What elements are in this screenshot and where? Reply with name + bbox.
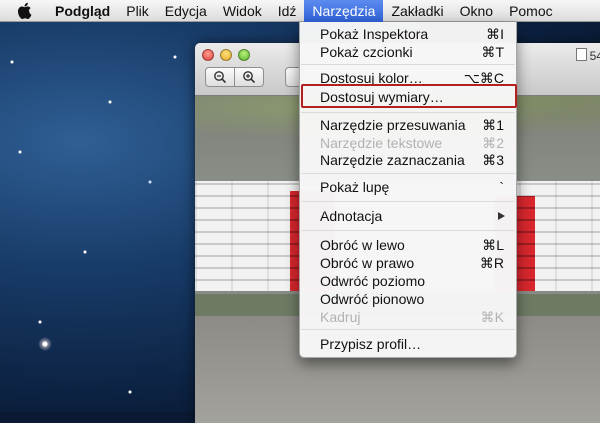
highlight-annotation-box	[301, 84, 517, 108]
menu-item-odwroc-poziomo[interactable]: Odwróć poziomo	[300, 272, 516, 290]
minimize-window-button[interactable]	[220, 49, 232, 61]
menu-item-kadruj: Kadruj ⌘K	[320, 309, 504, 325]
menu-separator	[301, 112, 515, 113]
menu-item-odwroc-pionowo[interactable]: Odwróć pionowo	[300, 290, 516, 308]
menu-item-narzedzie-zaznaczania[interactable]: Narzędzie zaznaczania ⌘3	[300, 151, 516, 169]
zoom-window-button[interactable]	[238, 49, 250, 61]
menu-plik[interactable]: Plik	[118, 0, 157, 22]
menu-item-adnotacja[interactable]: Adnotacja	[300, 207, 516, 225]
menu-okno[interactable]: Okno	[452, 0, 501, 22]
menu-idz[interactable]: Idź	[270, 0, 305, 22]
submenu-arrow-icon	[498, 212, 505, 220]
menu-item-przypisz-profil[interactable]: Przypisz profil…	[300, 335, 516, 353]
zoom-out-icon	[214, 71, 227, 84]
menu-item-narzedzie-tekstowe: Narzędzie tekstowe ⌘2	[320, 135, 504, 151]
window-title: 54(	[575, 48, 600, 63]
menu-zakladki[interactable]: Zakładki	[383, 0, 451, 22]
menu-widok[interactable]: Widok	[215, 0, 270, 22]
menu-item-narzedzie-przesuwania[interactable]: Narzędzie przesuwania ⌘1	[300, 116, 516, 134]
menu-item-pokaz-inspektora[interactable]: Pokaż Inspektora ⌘I	[300, 25, 516, 43]
document-icon	[575, 48, 587, 61]
zoom-in-icon	[243, 71, 256, 84]
narzedzia-dropdown-menu: Pokaż Inspektora ⌘I Pokaż czcionki ⌘T Do…	[299, 22, 517, 358]
zoom-in-button[interactable]	[234, 67, 264, 87]
menu-separator	[301, 201, 515, 202]
menu-separator	[301, 64, 515, 65]
menu-separator	[301, 329, 515, 330]
menu-separator	[301, 173, 515, 174]
menu-narzedzia[interactable]: Narzędzia	[304, 0, 384, 22]
menu-podglad[interactable]: Podgląd	[47, 0, 118, 22]
menu-edycja[interactable]: Edycja	[157, 0, 215, 22]
zoom-out-button[interactable]	[205, 67, 235, 87]
menu-separator	[301, 230, 515, 231]
menubar: Podgląd Plik Edycja Widok Idź Narzędzia …	[0, 0, 600, 22]
menu-item-obroc-w-lewo[interactable]: Obróć w lewo ⌘L	[300, 236, 516, 254]
menu-pomoc[interactable]: Pomoc	[501, 0, 561, 22]
close-window-button[interactable]	[202, 49, 214, 61]
menu-item-pokaz-lupe[interactable]: Pokaż lupę `	[300, 178, 516, 196]
menu-item-pokaz-czcionki[interactable]: Pokaż czcionki ⌘T	[300, 43, 516, 61]
apple-logo-icon[interactable]	[17, 2, 33, 20]
menu-item-obroc-w-prawo[interactable]: Obróć w prawo ⌘R	[300, 254, 516, 272]
